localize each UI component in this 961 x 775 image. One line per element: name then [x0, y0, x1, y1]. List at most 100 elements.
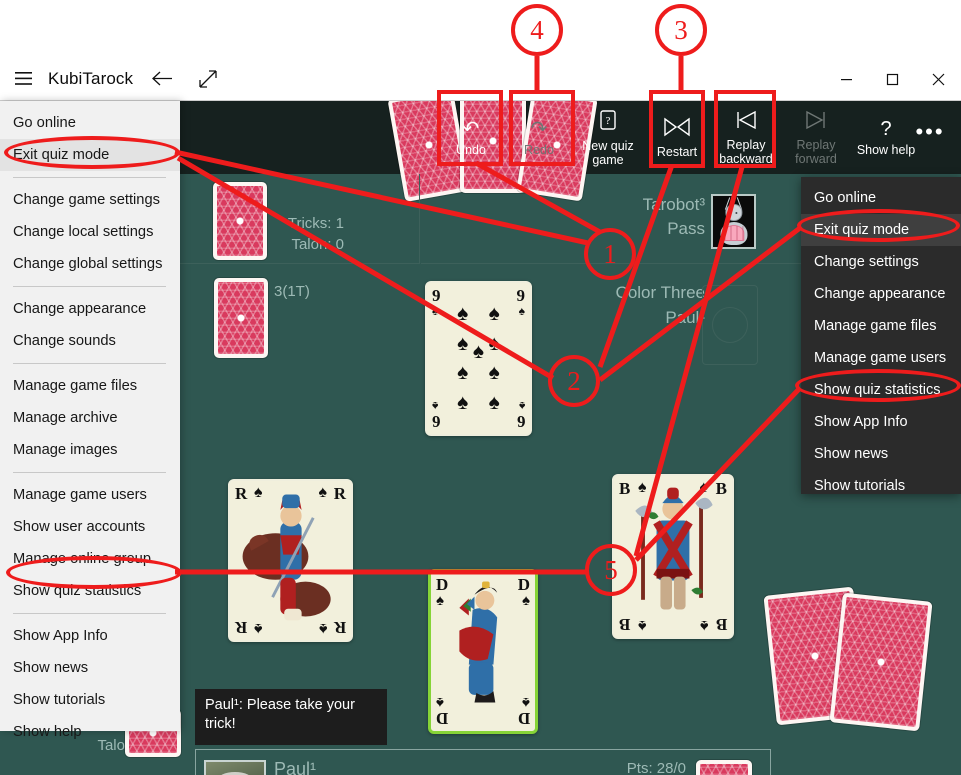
flyout-separator [13, 613, 166, 614]
card-corner: 9 [516, 286, 526, 305]
flyout-item-go-online[interactable]: Go online [0, 107, 180, 139]
toolbar-button-restart[interactable]: Restart [643, 101, 711, 174]
middle-right-player-name: Paul¹ [665, 308, 705, 327]
local-player-panel: Paul¹ Color Three Ready XXII [195, 749, 771, 775]
card-corner: 9 [432, 286, 441, 305]
flyout-item-show-quiz-statistics[interactable]: Show quiz statistics [0, 575, 180, 607]
menu-item-show-news[interactable]: Show news [801, 438, 961, 470]
flyout-item-change-appearance[interactable]: Change appearance [0, 293, 180, 325]
hamburger-menu-icon[interactable] [0, 57, 46, 101]
card-corner-suit: ♠ [432, 304, 439, 318]
redo-icon: ↷ [530, 118, 548, 140]
played-card-king-spades[interactable]: R R R R ♠ ♠ ♠ ♠ [228, 479, 353, 642]
flyout-item-show-app-info[interactable]: Show App Info [0, 620, 180, 652]
menu-item-go-online[interactable]: Go online [801, 182, 961, 214]
won-trick-stack[interactable] [829, 592, 933, 732]
avatar-tarobot3[interactable] [711, 194, 756, 249]
flyout-item-exit-quiz-mode[interactable]: Exit quiz mode [0, 139, 180, 171]
card-corner-suit: ♠ [518, 399, 525, 413]
flyout-separator [13, 286, 166, 287]
toolbar-label: Replay forward [795, 137, 837, 166]
menu-item-show-quiz-statistics[interactable]: Show quiz statistics [801, 374, 961, 406]
left-top-tricks: Tricks: 1 [287, 215, 344, 232]
hamburger-flyout-menu[interactable]: Go online Exit quiz mode Change game set… [0, 101, 180, 740]
toolbar-button-new-quiz-game[interactable]: ? New quiz game [573, 101, 643, 174]
left-top-talon: Talon: 0 [291, 236, 344, 253]
flyout-separator [13, 472, 166, 473]
played-card-nine-spades[interactable]: 9 ♠ 9 ♠ 6 ♠ 6 ♠ ♠ ♠ ♠ ♠ ♠ ♠ ♠ ♠ ♠ [425, 281, 532, 436]
menu-item-exit-quiz-mode[interactable]: Exit quiz mode [801, 214, 961, 246]
flyout-item-manage-game-files[interactable]: Manage game files [0, 370, 180, 402]
chat-message: Paul¹: Please take your trick! [195, 689, 387, 745]
card-illustration-ober [635, 487, 713, 610]
played-card-dame-spades[interactable]: D D D D ♠ ♠ ♠ ♠ [428, 569, 538, 734]
middle-left-talon-count: 3(1T) [274, 283, 310, 300]
svg-text:?: ? [606, 115, 611, 127]
context-menu-dark[interactable]: Go online Exit quiz mode Change settings… [801, 177, 961, 494]
card-corner: 6 [516, 412, 526, 431]
card-illustration-dame [459, 581, 498, 703]
toolbar-label: Restart [656, 144, 698, 159]
maximize-button[interactable] [869, 57, 915, 101]
flyout-item-show-help[interactable]: Show help [0, 716, 180, 748]
top-right-player-name: Tarobot³ [642, 195, 705, 214]
flyout-item-show-tutorials[interactable]: Show tutorials [0, 684, 180, 716]
flyout-item-manage-online-group[interactable]: Manage online group [0, 543, 180, 575]
window-titlebar: KubiTarock [0, 57, 961, 101]
flyout-item-change-global-settings[interactable]: Change global settings [0, 248, 180, 280]
minimize-button[interactable] [823, 57, 869, 101]
top-right-player-status: Pass [667, 219, 705, 238]
flyout-item-change-sounds[interactable]: Change sounds [0, 325, 180, 357]
annotation-marker-4: 4 [511, 4, 563, 56]
flyout-item-manage-archive[interactable]: Manage archive [0, 402, 180, 434]
card-illustration-king [242, 494, 331, 621]
quiz-card-icon: ? [598, 109, 618, 136]
flyout-item-manage-images[interactable]: Manage images [0, 434, 180, 466]
menu-item-manage-game-files[interactable]: Manage game files [801, 310, 961, 342]
replay-backward-icon [735, 110, 757, 135]
screenshot-root: KubiTarock ↶ Undo ↷ Redo ? New quiz game… [0, 0, 961, 775]
close-button[interactable] [915, 57, 961, 101]
toolbar-label: New quiz game [582, 138, 634, 167]
game-toolbar: ↶ Undo ↷ Redo ? New quiz game Restart Re… [437, 101, 961, 174]
empty-trick-slot[interactable] [702, 285, 758, 365]
toolbar-label: Undo [456, 143, 486, 157]
card-corner: 6 [432, 412, 441, 431]
flyout-item-show-user-accounts[interactable]: Show user accounts [0, 511, 180, 543]
menu-item-show-app-info[interactable]: Show App Info [801, 406, 961, 438]
toolbar-overflow-button[interactable]: ••• [905, 101, 955, 174]
toolbar-label: Redo [524, 143, 554, 157]
restart-icon [664, 117, 690, 142]
menu-item-show-tutorials[interactable]: Show tutorials [801, 470, 961, 502]
undo-icon: ↶ [462, 118, 480, 140]
player-talon-card-back[interactable] [696, 760, 752, 775]
card-corner-suit: ♠ [518, 304, 525, 318]
flyout-item-change-game-settings[interactable]: Change game settings [0, 184, 180, 216]
player-pts: Pts: 28/0 [626, 760, 686, 775]
flyout-separator [13, 363, 166, 364]
hand-card-back[interactable] [214, 278, 268, 358]
toolbar-button-undo[interactable]: ↶ Undo [437, 101, 505, 174]
toolbar-button-replay-forward[interactable]: Replay forward [781, 101, 851, 174]
middle-right-bid: Color Three [615, 283, 705, 302]
flyout-separator [13, 177, 166, 178]
player-name: Paul¹ [274, 759, 317, 775]
app-title: KubiTarock [48, 68, 134, 88]
toolbar-button-redo[interactable]: ↷ Redo [505, 101, 573, 174]
replay-forward-icon [805, 110, 827, 135]
menu-item-manage-game-users[interactable]: Manage game users [801, 342, 961, 374]
expand-diagonal-icon[interactable] [185, 57, 231, 101]
question-mark-icon: ? [880, 118, 892, 140]
toolbar-label: Replay backward [719, 137, 773, 166]
flyout-item-manage-game-users[interactable]: Manage game users [0, 479, 180, 511]
avatar-paul[interactable] [204, 760, 266, 775]
back-arrow-icon[interactable] [139, 57, 185, 101]
flyout-item-show-news[interactable]: Show news [0, 652, 180, 684]
card-corner-suit: ♠ [432, 399, 439, 413]
annotation-marker-3: 3 [655, 4, 707, 56]
flyout-item-change-local-settings[interactable]: Change local settings [0, 216, 180, 248]
menu-item-change-settings[interactable]: Change settings [801, 246, 961, 278]
toolbar-button-replay-backward[interactable]: Replay backward [711, 101, 781, 174]
menu-item-change-appearance[interactable]: Change appearance [801, 278, 961, 310]
played-card-ober-spades[interactable]: B B B B ♠ ♠ ♠ ♠ [612, 474, 734, 639]
